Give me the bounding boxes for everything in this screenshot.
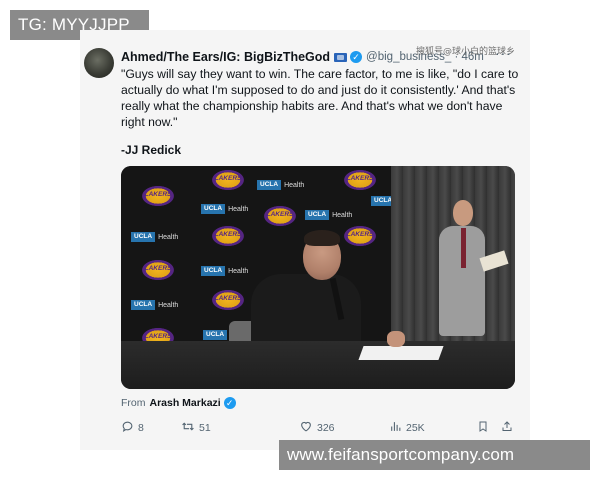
tweet-text: "Guys will say they want to win. The car… [121,67,519,129]
ucla-health-logo: UCLAHealth [201,204,248,214]
ucla-health-logo: UCLAHealth [201,266,248,276]
views-count: 25K [406,422,425,434]
hand [387,331,405,347]
bookmark-button[interactable] [477,420,493,436]
ucla-health-logo: UCLAHealth [131,232,178,242]
paper-sheet [358,346,444,360]
flag-icon [334,52,348,62]
site-watermark: www.feifansportcompany.com [279,440,590,470]
repost-count: 51 [199,422,211,434]
views-button[interactable]: 25K [389,420,425,436]
media-attribution: From Arash Markazi ✓ [121,397,236,409]
share-button[interactable] [501,420,517,436]
tie [461,228,466,268]
lakers-logo: LAKERS [209,288,247,312]
ucla-health-logo: UCLAHealth [131,300,178,310]
analytics-icon [389,420,402,437]
tweet-media-image[interactable]: LAKERS LAKERS LAKERS LAKERS LAKERS LAKER… [121,166,515,389]
like-count: 326 [317,422,335,434]
speaker-hair [304,230,340,246]
reply-count: 8 [138,422,144,434]
tweet-signature: -JJ Redick [121,143,182,157]
attribution-name[interactable]: Arash Markazi [150,397,221,409]
ucla-health-logo: UCLAHealth [305,210,352,220]
lakers-logo: LAKERS [139,184,177,208]
verified-badge-icon: ✓ [350,51,363,63]
lakers-logo: LAKERS [139,258,177,282]
repost-button[interactable]: 51 [181,420,211,436]
tweet-actions: 8 51 326 25K [121,420,516,436]
lakers-logo: LAKERS [209,224,247,248]
ucla-health-logo: UCLAHealth [257,180,304,190]
avatar[interactable] [84,48,114,78]
author-name[interactable]: Ahmed/The Ears/IG: BigBizTheGod [121,50,330,64]
share-icon [501,420,513,437]
lakers-logo: LAKERS [341,168,379,192]
verified-badge-icon: ✓ [223,397,236,409]
reply-button[interactable]: 8 [121,420,144,436]
repost-icon [181,420,195,437]
lakers-logo: LAKERS [209,168,247,192]
like-button[interactable]: 326 [299,420,335,436]
lakers-logo: LAKERS [261,204,299,228]
press-table [121,341,515,389]
heart-icon [299,420,313,437]
reply-icon [121,420,134,437]
more-options-icon[interactable]: ··· [495,45,512,61]
bookmark-icon [477,420,489,437]
standing-man-head [453,200,473,226]
lakers-logo: LAKERS [341,224,379,248]
